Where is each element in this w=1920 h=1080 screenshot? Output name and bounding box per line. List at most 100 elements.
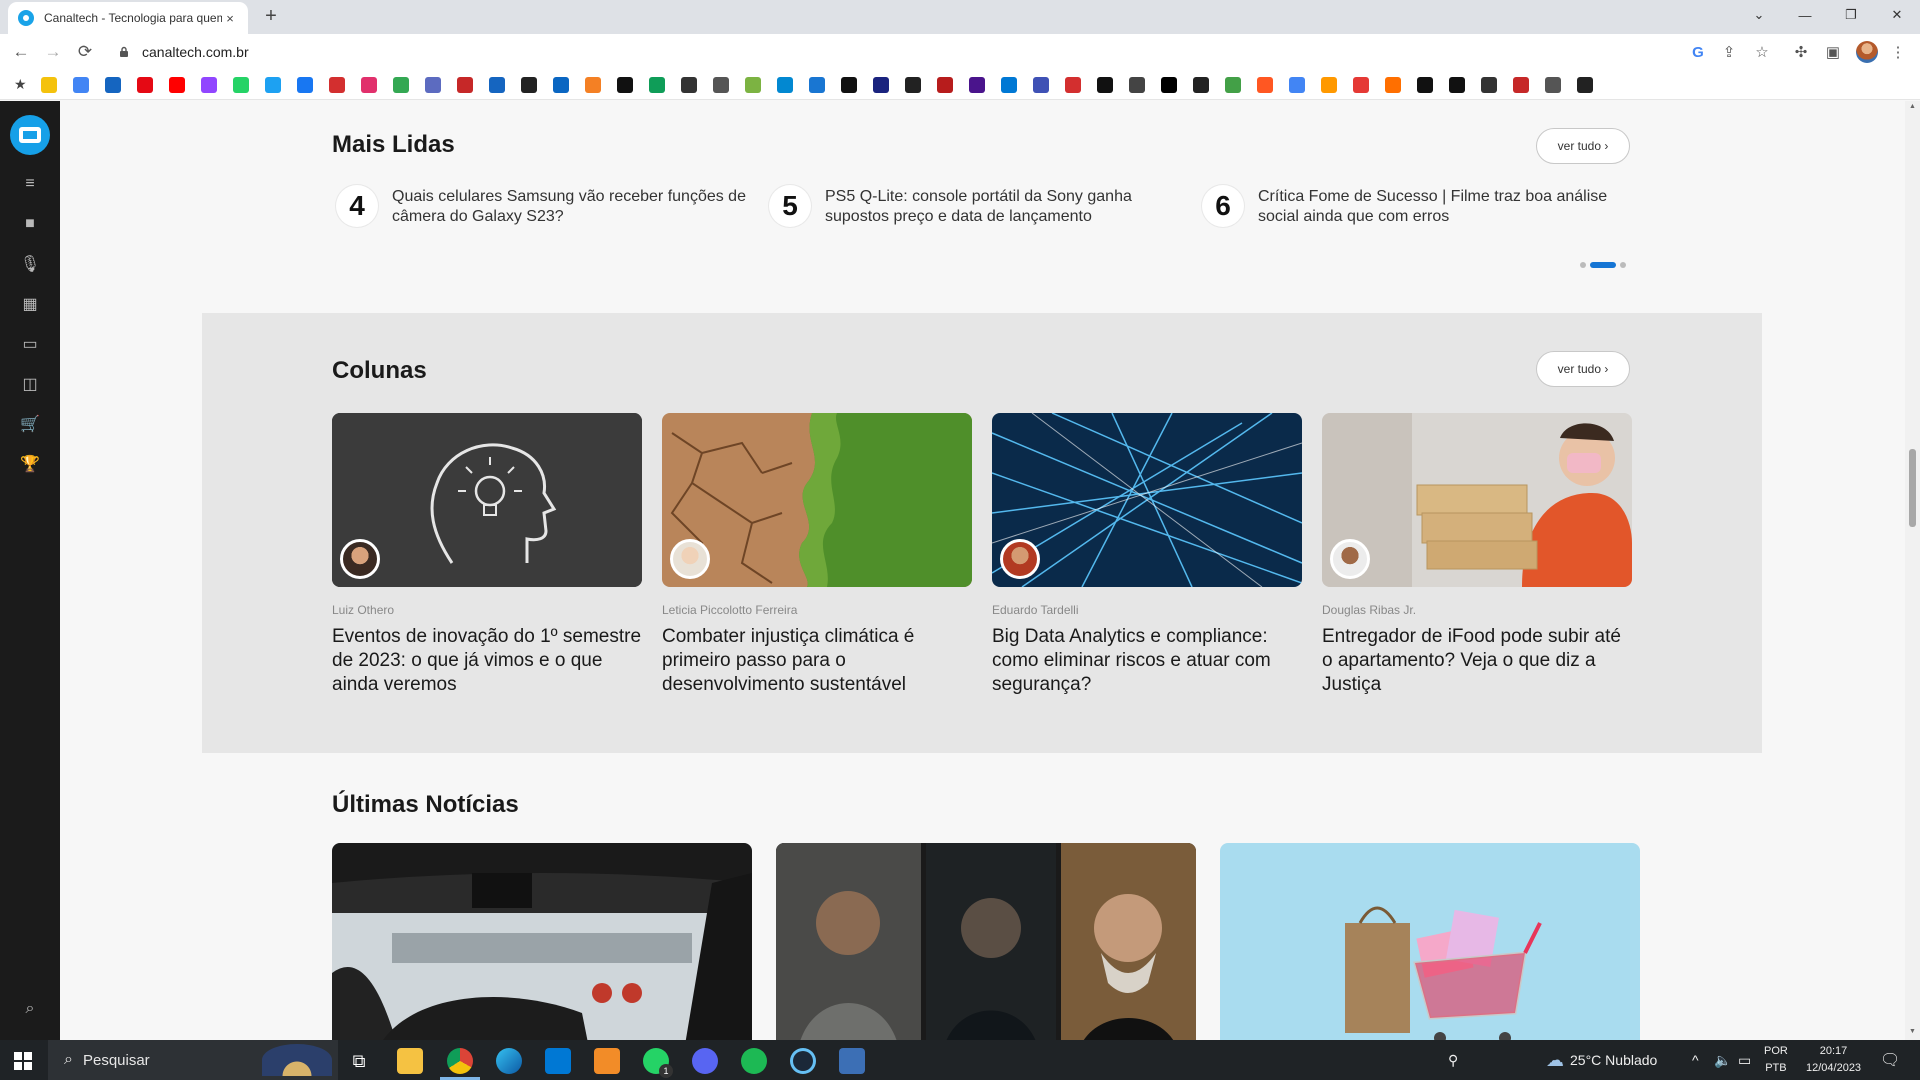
bookmark-favicon-icon[interactable] bbox=[1576, 76, 1593, 93]
bookmark-favicon-icon[interactable] bbox=[392, 76, 409, 93]
bookmark-favicon-icon[interactable] bbox=[136, 76, 153, 93]
bookmark-favicon-icon[interactable] bbox=[936, 76, 953, 93]
address-bar[interactable]: canaltech.com.br bbox=[106, 38, 1770, 66]
bookmark-favicon-icon[interactable] bbox=[1256, 76, 1273, 93]
news-card-image[interactable] bbox=[776, 843, 1196, 1040]
sublime-text-icon[interactable] bbox=[594, 1048, 620, 1074]
tray-chevron-icon[interactable]: ^ bbox=[1692, 1040, 1699, 1080]
bookmark-favicon-icon[interactable] bbox=[1128, 76, 1145, 93]
bookmark-favicon-icon[interactable] bbox=[1480, 76, 1497, 93]
news-card-image[interactable] bbox=[1220, 843, 1640, 1040]
coluna-author[interactable]: Leticia Piccolotto Ferreira bbox=[662, 603, 797, 617]
coluna-image[interactable] bbox=[1322, 413, 1632, 587]
bookmark-favicon-icon[interactable] bbox=[1000, 76, 1017, 93]
bookmark-favicon-icon[interactable] bbox=[1032, 76, 1049, 93]
mais-lidas-item[interactable]: 5 PS5 Q-Lite: console portátil da Sony g… bbox=[769, 183, 1189, 233]
language-indicator[interactable]: POR PTB bbox=[1764, 1043, 1788, 1077]
profile-avatar[interactable] bbox=[1856, 41, 1878, 63]
calculator-icon[interactable] bbox=[839, 1048, 865, 1074]
carousel-dot-active[interactable] bbox=[1590, 262, 1616, 268]
browser-tab[interactable]: Canaltech - Tecnologia para quem... × bbox=[8, 2, 248, 34]
menu-icon[interactable]: ≡ bbox=[20, 174, 40, 194]
bookmark-favicon-icon[interactable] bbox=[904, 76, 921, 93]
volume-icon[interactable]: 🔈 bbox=[1714, 1040, 1731, 1080]
mais-lidas-link[interactable]: Crítica Fome de Sucesso | Filme traz boa… bbox=[1258, 187, 1628, 227]
bookmark-favicon-icon[interactable] bbox=[200, 76, 217, 93]
bookmark-favicon-icon[interactable] bbox=[520, 76, 537, 93]
bookmark-favicon-icon[interactable] bbox=[744, 76, 761, 93]
bookmark-favicon-icon[interactable] bbox=[1288, 76, 1305, 93]
bookmark-favicon-icon[interactable] bbox=[968, 76, 985, 93]
scroll-down-arrow-icon[interactable]: ▼ bbox=[1908, 1028, 1917, 1035]
coluna-author[interactable]: Eduardo Tardelli bbox=[992, 603, 1079, 617]
reload-icon[interactable]: ⟳ bbox=[73, 40, 97, 64]
canaltech-logo[interactable] bbox=[10, 115, 50, 155]
bookmark-favicon-icon[interactable] bbox=[840, 76, 857, 93]
tab-search-icon[interactable]: ⌄ bbox=[1736, 0, 1782, 30]
bookmark-favicon-icon[interactable] bbox=[1224, 76, 1241, 93]
bookmark-favicon-icon[interactable] bbox=[1320, 76, 1337, 93]
steam-icon[interactable] bbox=[790, 1048, 816, 1074]
notifications-icon[interactable]: 🗨 bbox=[1880, 1040, 1900, 1080]
vscode-icon[interactable] bbox=[545, 1048, 571, 1074]
coluna-card[interactable]: Luiz Othero Eventos de inovação do 1º se… bbox=[332, 413, 642, 695]
bookmark-favicon-icon[interactable] bbox=[584, 76, 601, 93]
mais-lidas-item[interactable]: 4 Quais celulares Samsung vão receber fu… bbox=[336, 183, 756, 233]
spotify-icon[interactable] bbox=[741, 1048, 767, 1074]
coluna-card[interactable]: Eduardo Tardelli Big Data Analytics e co… bbox=[992, 413, 1302, 695]
bookmark-favicon-icon[interactable] bbox=[168, 76, 185, 93]
people-icon[interactable]: ⚲ bbox=[1448, 1040, 1458, 1080]
share-icon[interactable]: ⇪ bbox=[1719, 42, 1739, 62]
back-arrow-icon[interactable]: ← bbox=[9, 40, 33, 64]
bookmark-favicon-icon[interactable] bbox=[72, 76, 89, 93]
building-icon[interactable]: ▦ bbox=[20, 294, 40, 314]
trophy-icon[interactable]: 🏆 bbox=[20, 454, 40, 474]
whatsapp-icon[interactable]: 1 bbox=[643, 1048, 673, 1078]
coluna-author[interactable]: Luiz Othero bbox=[332, 603, 394, 617]
bookmark-favicon-icon[interactable] bbox=[1512, 76, 1529, 93]
bookmark-favicon-icon[interactable] bbox=[872, 76, 889, 93]
bookmark-favicon-icon[interactable] bbox=[424, 76, 441, 93]
coluna-headline[interactable]: Combater injustiça climática é primeiro … bbox=[662, 625, 972, 697]
bookmark-favicon-icon[interactable] bbox=[488, 76, 505, 93]
bookmark-favicon-icon[interactable] bbox=[616, 76, 633, 93]
bookmark-favicon-icon[interactable] bbox=[1448, 76, 1465, 93]
side-panel-icon[interactable]: ▣ bbox=[1823, 42, 1843, 62]
system-clock[interactable]: 20:17 12/04/2023 bbox=[1806, 1043, 1861, 1077]
coluna-image[interactable] bbox=[992, 413, 1302, 587]
chrome-taskbar-icon[interactable] bbox=[440, 1048, 480, 1080]
bookmark-favicon-icon[interactable] bbox=[232, 76, 249, 93]
bookmark-favicon-icon[interactable] bbox=[264, 76, 281, 93]
news-card-image[interactable] bbox=[332, 843, 752, 1040]
bookmark-favicon-icon[interactable] bbox=[712, 76, 729, 93]
coluna-image[interactable] bbox=[662, 413, 972, 587]
task-view-icon[interactable]: ⧉ bbox=[346, 1048, 372, 1074]
edge-icon[interactable] bbox=[496, 1048, 522, 1074]
mais-lidas-ver-tudo-button[interactable]: ver tudo › bbox=[1536, 128, 1630, 164]
taskbar-search-box[interactable]: ⌕ Pesquisar bbox=[48, 1040, 338, 1080]
bookmark-favicon-icon[interactable] bbox=[680, 76, 697, 93]
bookmark-favicon-icon[interactable] bbox=[456, 76, 473, 93]
scroll-up-arrow-icon[interactable]: ▲ bbox=[1908, 103, 1917, 110]
video-camera-icon[interactable]: ■ bbox=[20, 214, 40, 234]
scrollbar-thumb[interactable] bbox=[1909, 449, 1916, 527]
restore-button[interactable]: ❐ bbox=[1828, 0, 1874, 30]
coluna-card[interactable]: Douglas Ribas Jr. Entregador de iFood po… bbox=[1322, 413, 1632, 695]
devices-icon[interactable]: ▭ bbox=[20, 334, 40, 354]
extensions-icon[interactable]: ✣ bbox=[1791, 42, 1811, 62]
page-scrollbar[interactable]: ▲ ▼ bbox=[1905, 101, 1920, 1040]
forward-arrow-icon[interactable]: → bbox=[41, 40, 65, 64]
coluna-headline[interactable]: Eventos de inovação do 1º semestre de 20… bbox=[332, 625, 642, 697]
bookmark-favicon-icon[interactable] bbox=[552, 76, 569, 93]
discord-icon[interactable] bbox=[692, 1048, 718, 1074]
bookmark-favicon-icon[interactable] bbox=[360, 76, 377, 93]
bookmark-favicon-icon[interactable] bbox=[1064, 76, 1081, 93]
coluna-headline[interactable]: Big Data Analytics e compliance: como el… bbox=[992, 625, 1302, 697]
close-window-button[interactable]: ✕ bbox=[1874, 0, 1920, 30]
carousel-dot[interactable] bbox=[1580, 262, 1586, 268]
bookmarks-star-icon[interactable]: ★ bbox=[14, 76, 27, 93]
bookmark-favicon-icon[interactable] bbox=[648, 76, 665, 93]
minimize-button[interactable]: — bbox=[1782, 0, 1828, 30]
bookmark-favicon-icon[interactable] bbox=[1416, 76, 1433, 93]
carousel-dot[interactable] bbox=[1620, 262, 1626, 268]
